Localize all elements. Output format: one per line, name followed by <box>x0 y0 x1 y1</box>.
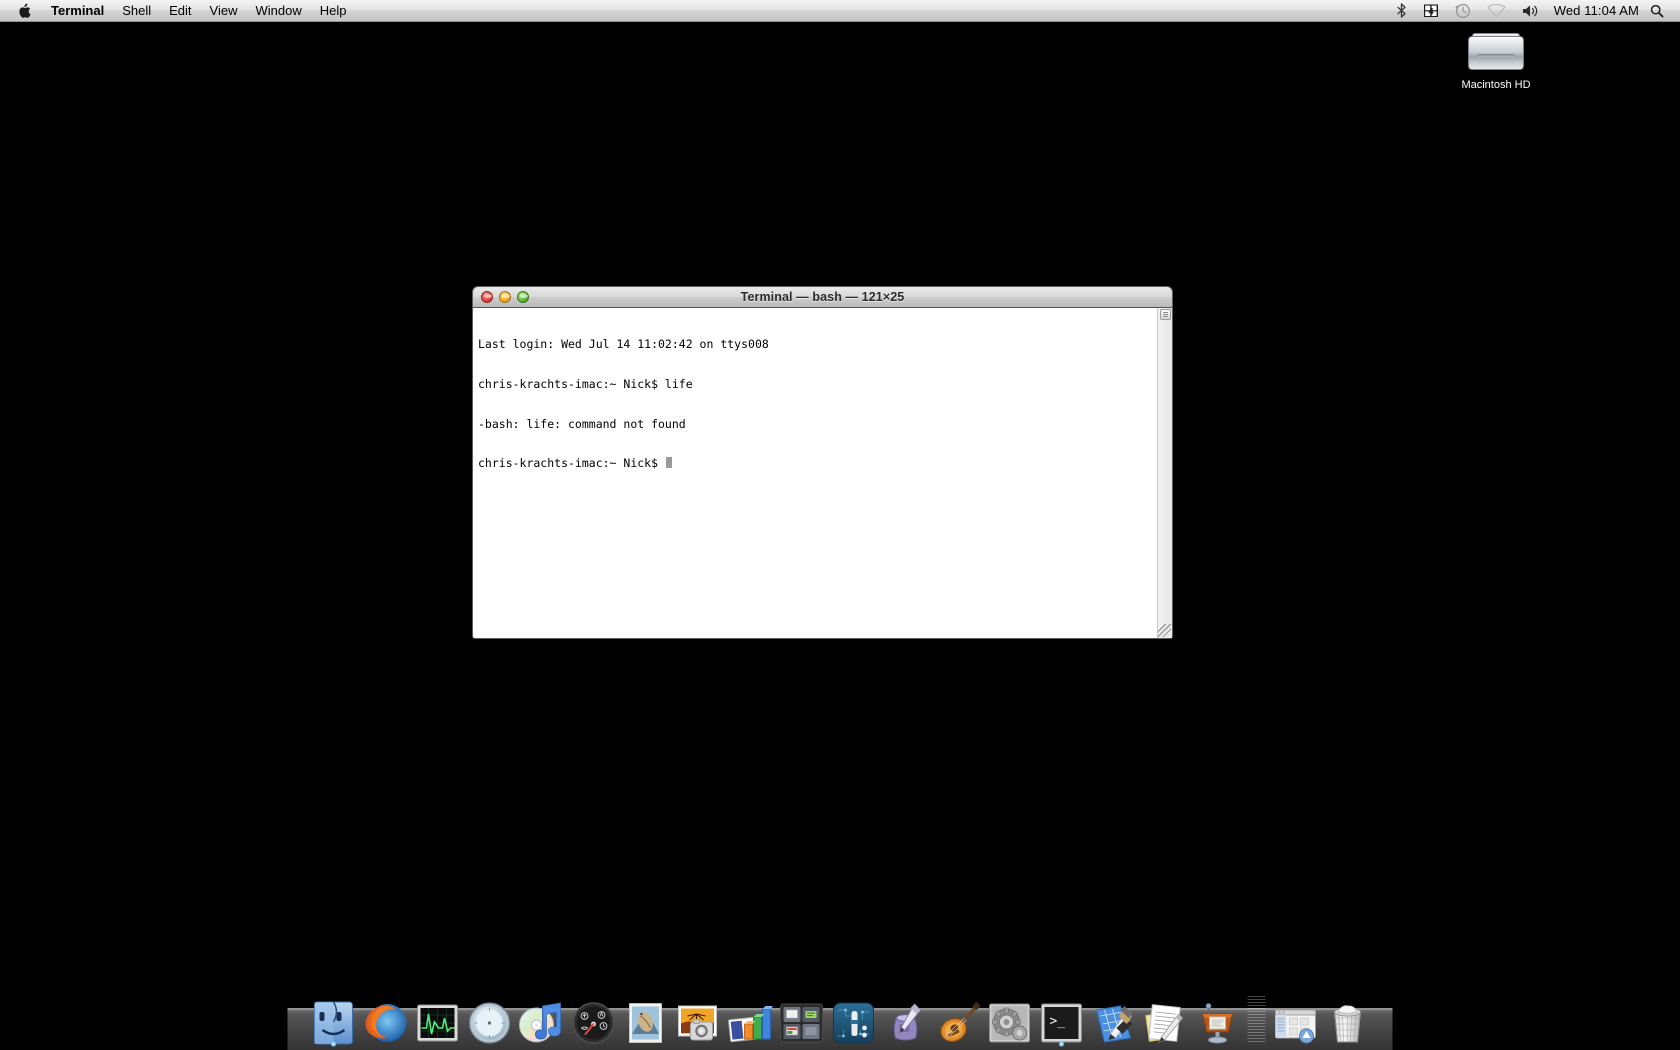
downloads-stack-icon <box>1274 1009 1316 1044</box>
dock-item-keynote[interactable] <box>1191 994 1243 1046</box>
terminal-cursor <box>665 457 672 469</box>
dock-item-activity-monitor[interactable] <box>411 994 463 1046</box>
svg-text:>_: >_ <box>1049 1014 1065 1029</box>
bluetooth-icon[interactable] <box>1388 0 1415 21</box>
terminal-line: -bash: life: command not found <box>478 416 686 431</box>
volume-glyph <box>1522 4 1537 17</box>
terminal-scrollbar[interactable] <box>1157 308 1172 638</box>
spotlight-search-icon[interactable] <box>1648 0 1674 21</box>
svg-text:4: 4 <box>1428 7 1433 17</box>
dashboard-icon <box>572 1002 614 1044</box>
dock-items: >_ <box>303 972 1377 1050</box>
dock-item-dashboard[interactable] <box>567 994 619 1046</box>
itunes-icon <box>518 1002 561 1043</box>
numbers-icon <box>727 1006 772 1043</box>
terminal-body[interactable]: Last login: Wed Jul 14 11:02:42 on ttys0… <box>472 308 1173 639</box>
menu-bar-app-menus: Terminal Shell Edit View Window Help <box>0 0 356 21</box>
dock-item-finder[interactable] <box>307 994 359 1047</box>
dock-item-trash[interactable] <box>1321 994 1373 1046</box>
dock-item-firefox[interactable] <box>359 994 411 1046</box>
terminal-prompt: chris-krachts-imac:~ Nick$ <box>478 456 665 471</box>
terminal-line: Last login: Wed Jul 14 11:02:42 on ttys0… <box>478 337 769 352</box>
dock-item-itunes[interactable] <box>515 994 567 1046</box>
wifi-glyph <box>1487 3 1506 17</box>
iphoto-icon <box>677 1005 717 1041</box>
menu-item-shell[interactable]: Shell <box>113 0 160 21</box>
dock-item-mail[interactable] <box>619 994 671 1046</box>
menu-item-edit[interactable]: Edit <box>160 0 200 21</box>
desktop-background[interactable]: Macintosh HD Terminal — bash — 121×25 La… <box>0 22 1680 1050</box>
apple-logo-icon[interactable] <box>8 0 42 21</box>
running-indicator <box>1058 1041 1064 1047</box>
terminal-line: chris-krachts-imac:~ Nick$ life <box>478 377 693 391</box>
finder-icon <box>313 1001 353 1045</box>
dock[interactable]: >_ <box>287 972 1393 1050</box>
scrollbar-thumb[interactable] <box>1160 309 1171 320</box>
activity-monitor-icon <box>416 1004 458 1042</box>
menu-item-help[interactable]: Help <box>311 0 356 21</box>
battery-glyph: 4 <box>1423 4 1438 17</box>
minimize-button[interactable] <box>499 291 511 303</box>
desktop-icon-label: Macintosh HD <box>1461 79 1531 91</box>
close-button[interactable] <box>481 291 493 303</box>
dock-item-spaces[interactable] <box>775 994 827 1046</box>
bluetooth-glyph <box>1397 3 1406 18</box>
terminal-prompt-line: chris-krachts-imac:~ Nick$ <box>478 457 1153 470</box>
menu-item-terminal[interactable]: Terminal <box>42 0 113 21</box>
dock-separator <box>1247 996 1265 1042</box>
dock-item-textedit[interactable] <box>1139 994 1191 1046</box>
time-machine-glyph <box>1455 3 1470 18</box>
terminal-icon: >_ <box>1040 1003 1082 1043</box>
garageband-icon <box>939 1002 980 1042</box>
hd-icon-body <box>1468 36 1524 70</box>
window-controls <box>473 291 529 303</box>
xcode-icon <box>1095 1005 1132 1043</box>
dock-item-system-preferences[interactable] <box>983 994 1035 1046</box>
dock-item-iwork-inkwell[interactable] <box>879 994 931 1046</box>
dock-item-downloads-stack[interactable] <box>1269 994 1321 1046</box>
system-preferences-icon <box>988 1003 1030 1043</box>
window-resize-grip[interactable] <box>1158 624 1171 637</box>
terminal-title-bar[interactable]: Terminal — bash — 121×25 <box>472 286 1173 308</box>
menu-bar-status-items: 4 Wed 11:04 AM <box>1388 0 1680 21</box>
macintosh-hd-icon <box>1465 28 1527 76</box>
textedit-icon <box>1144 1004 1183 1043</box>
safari-icon <box>468 1002 510 1044</box>
dock-item-garageband[interactable] <box>931 994 983 1046</box>
wifi-icon[interactable] <box>1479 0 1514 21</box>
keynote-icon <box>1201 1003 1233 1044</box>
app-store-icon <box>832 1002 874 1044</box>
menu-item-window[interactable]: Window <box>247 0 311 21</box>
firefox-icon <box>364 1004 406 1042</box>
menu-bar-clock[interactable]: Wed 11:04 AM <box>1548 3 1648 18</box>
menu-item-view[interactable]: View <box>201 0 247 21</box>
desktop-icon-macintosh-hd[interactable]: Macintosh HD <box>1450 28 1542 92</box>
time-machine-icon[interactable] <box>1447 0 1479 21</box>
dock-item-app-store[interactable] <box>827 994 879 1046</box>
dock-item-terminal[interactable]: >_ <box>1035 994 1087 1047</box>
terminal-output[interactable]: Last login: Wed Jul 14 11:02:42 on ttys0… <box>473 308 1157 638</box>
dock-item-iphoto[interactable] <box>671 994 723 1046</box>
hd-icon-slot <box>1477 54 1515 57</box>
terminal-window[interactable]: Terminal — bash — 121×25 Last login: Wed… <box>472 286 1173 639</box>
magnifier-glyph <box>1650 4 1664 18</box>
running-indicator <box>330 1041 336 1047</box>
apple-logo-glyph <box>19 3 31 18</box>
spaces-icon <box>779 1003 823 1043</box>
iwork-inkwell-icon <box>893 1003 921 1041</box>
dock-item-safari[interactable] <box>463 994 515 1046</box>
dock-item-numbers[interactable] <box>723 994 775 1046</box>
battery-icon[interactable]: 4 <box>1415 0 1447 21</box>
volume-icon[interactable] <box>1514 0 1548 21</box>
zoom-button[interactable] <box>517 291 529 303</box>
mail-icon <box>628 1003 662 1043</box>
trash-icon <box>1333 1005 1361 1043</box>
window-title: Terminal — bash — 121×25 <box>740 290 905 304</box>
dock-item-xcode[interactable] <box>1087 994 1139 1046</box>
menu-bar: Terminal Shell Edit View Window Help 4 W… <box>0 0 1680 22</box>
